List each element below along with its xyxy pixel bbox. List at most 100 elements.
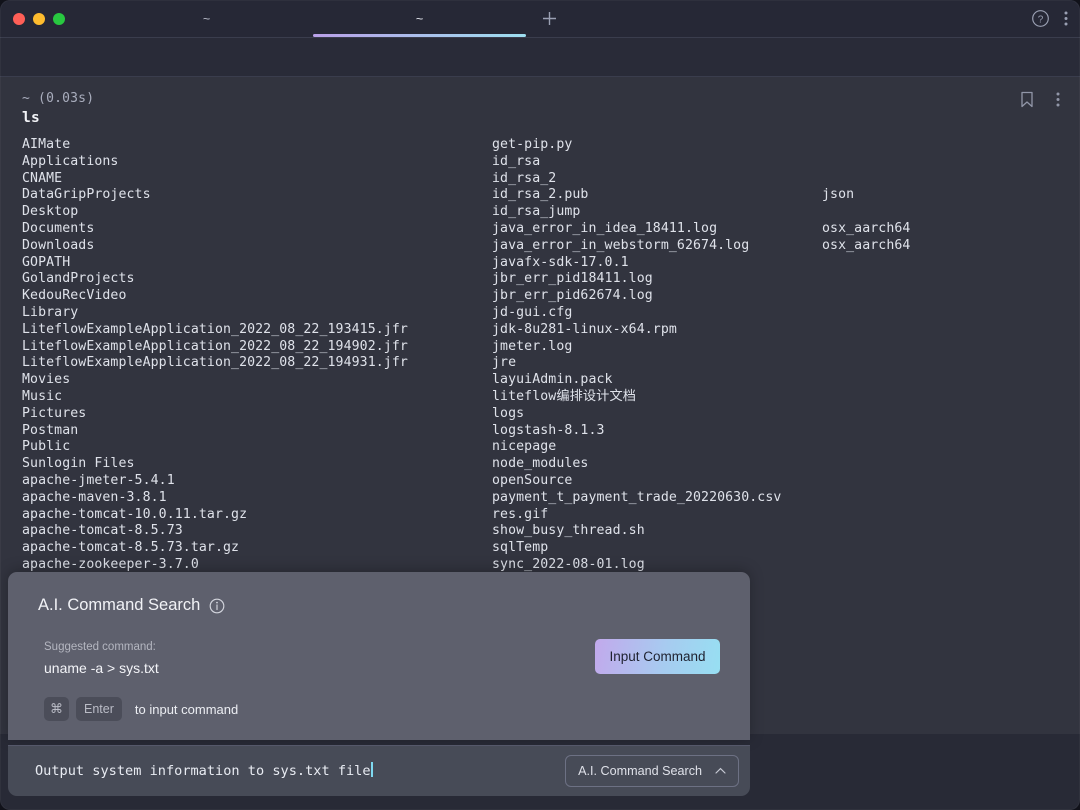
suggested-command-label: Suggested command:: [44, 641, 156, 653]
ai-command-search-toggle[interactable]: A.I. Command Search: [565, 755, 739, 787]
ls-column-2: get-pip.pyid_rsaid_rsa_2id_rsa_2.pubid_r…: [492, 137, 822, 641]
input-text: Output system information to sys.txt fil…: [35, 763, 371, 779]
ls-entry: node_modules: [492, 456, 822, 473]
ls-entry: payment_t_payment_trade_20220630.csv: [492, 490, 822, 507]
ls-entry: Public: [22, 439, 492, 456]
panel-title-row: A.I. Command Search: [38, 596, 225, 615]
ls-entry: Downloads: [22, 238, 492, 255]
ls-entry: java_error_in_idea_18411.log: [492, 221, 822, 238]
ai-command-search-toggle-label: A.I. Command Search: [578, 764, 702, 778]
ls-entry: json: [822, 187, 1042, 204]
ls-column-3: json osx_aarch64osx_aarch64: [822, 137, 1042, 641]
maximize-button[interactable]: [53, 13, 65, 25]
command-input-value[interactable]: Output system information to sys.txt fil…: [35, 762, 373, 779]
info-circle-icon[interactable]: [209, 598, 225, 614]
ls-entry: Applications: [22, 154, 492, 171]
suggested-command-value: uname -a > sys.txt: [44, 660, 159, 676]
ls-entry: get-pip.py: [492, 137, 822, 154]
ls-entry: Desktop: [22, 204, 492, 221]
plus-icon: [541, 10, 558, 27]
ls-entry: Library: [22, 305, 492, 322]
chevron-up-icon: [715, 767, 726, 775]
input-command-button[interactable]: Input Command: [595, 639, 720, 674]
ls-entry: KedouRecVideo: [22, 288, 492, 305]
ls-entry: apache-jmeter-5.4.1: [22, 473, 492, 490]
ls-entry: id_rsa_2.pub: [492, 187, 822, 204]
ls-entry: [822, 204, 1042, 221]
ls-entry: CNAME: [22, 171, 492, 188]
ls-entry: show_busy_thread.sh: [492, 523, 822, 540]
ls-entry: nicepage: [492, 439, 822, 456]
prompt-meta: ~ (0.03s): [22, 91, 94, 106]
ls-entry: [822, 154, 1042, 171]
terminal-window: ~ ~ ?: [0, 0, 1080, 810]
ls-entry: jdk-8u281-linux-x64.rpm: [492, 322, 822, 339]
bookmark-icon[interactable]: [1020, 91, 1034, 108]
ls-entry: logs: [492, 406, 822, 423]
text-caret: [371, 762, 373, 777]
close-button[interactable]: [13, 13, 25, 25]
tab-label: ~: [203, 12, 210, 26]
ls-entry: osx_aarch64: [822, 221, 1042, 238]
ls-entry: AIMate: [22, 137, 492, 154]
ls-entry: Pictures: [22, 406, 492, 423]
ls-entry: java_error_in_webstorm_62674.log: [492, 238, 822, 255]
panel-title: A.I. Command Search: [38, 596, 200, 615]
question-circle-icon[interactable]: ?: [1031, 9, 1050, 28]
more-vertical-icon[interactable]: [1056, 91, 1060, 108]
ls-entry: id_rsa_jump: [492, 204, 822, 221]
shortcut-row: ⌘ Enter to input command: [44, 697, 238, 721]
ls-entry: LiteflowExampleApplication_2022_08_22_19…: [22, 355, 492, 372]
traffic-lights: [13, 13, 65, 25]
ls-entry: GolandProjects: [22, 271, 492, 288]
ls-entry: jbr_err_pid62674.log: [492, 288, 822, 305]
command-text: ls: [22, 110, 40, 126]
minimize-button[interactable]: [33, 13, 45, 25]
command-input-bar[interactable]: Output system information to sys.txt fil…: [8, 745, 750, 796]
ls-entry: jbr_err_pid18411.log: [492, 271, 822, 288]
ls-entry: apache-maven-3.8.1: [22, 490, 492, 507]
ls-entry: apache-tomcat-10.0.11.tar.gz: [22, 507, 492, 524]
ls-entry: [822, 137, 1042, 154]
ls-entry: apache-tomcat-8.5.73.tar.gz: [22, 540, 492, 557]
ls-column-1: AIMateApplicationsCNAMEDataGripProjectsD…: [22, 137, 492, 641]
ls-entry: liteflow编排设计文档: [492, 389, 822, 406]
ls-entry: javafx-sdk-17.0.1: [492, 255, 822, 272]
ls-entry: GOPATH: [22, 255, 492, 272]
ls-entry: jre: [492, 355, 822, 372]
ls-entry: Postman: [22, 423, 492, 440]
ls-entry: Sunlogin Files: [22, 456, 492, 473]
shortcut-hint: to input command: [135, 702, 238, 717]
ls-entry: LiteflowExampleApplication_2022_08_22_19…: [22, 339, 492, 356]
ls-entry: res.gif: [492, 507, 822, 524]
ls-entry: [822, 171, 1042, 188]
more-vertical-icon[interactable]: [1064, 10, 1068, 27]
ls-entry: Movies: [22, 372, 492, 389]
ls-entry: apache-tomcat-8.5.73: [22, 523, 492, 540]
ls-output: AIMateApplicationsCNAMEDataGripProjectsD…: [22, 137, 1042, 641]
toolbar-strip: [0, 38, 1080, 76]
block-actions: [1020, 91, 1060, 108]
ls-entry: jd-gui.cfg: [492, 305, 822, 322]
ls-entry: sqlTemp: [492, 540, 822, 557]
kbd-enter-key[interactable]: Enter: [76, 697, 122, 721]
ls-entry: jmeter.log: [492, 339, 822, 356]
ai-command-search-panel: A.I. Command Search Suggested command: u…: [8, 572, 750, 740]
ls-entry: Music: [22, 389, 492, 406]
ls-entry: DataGripProjects: [22, 187, 492, 204]
block-header: ~ (0.03s): [0, 77, 1080, 115]
ls-entry: osx_aarch64: [822, 238, 1042, 255]
new-tab-button[interactable]: [526, 0, 572, 37]
kbd-command-key[interactable]: ⌘: [44, 697, 69, 721]
titlebar-actions: ?: [1031, 0, 1068, 37]
ls-entry: logstash-8.1.3: [492, 423, 822, 440]
ls-entry: openSource: [492, 473, 822, 490]
tab-1[interactable]: ~: [313, 0, 526, 37]
tab-0[interactable]: ~: [100, 0, 313, 37]
ls-entry: id_rsa_2: [492, 171, 822, 188]
ls-entry: id_rsa: [492, 154, 822, 171]
tab-label: ~: [416, 12, 423, 26]
ls-entry: layuiAdmin.pack: [492, 372, 822, 389]
title-bar: ~ ~ ?: [0, 0, 1080, 37]
ls-entry: LiteflowExampleApplication_2022_08_22_19…: [22, 322, 492, 339]
